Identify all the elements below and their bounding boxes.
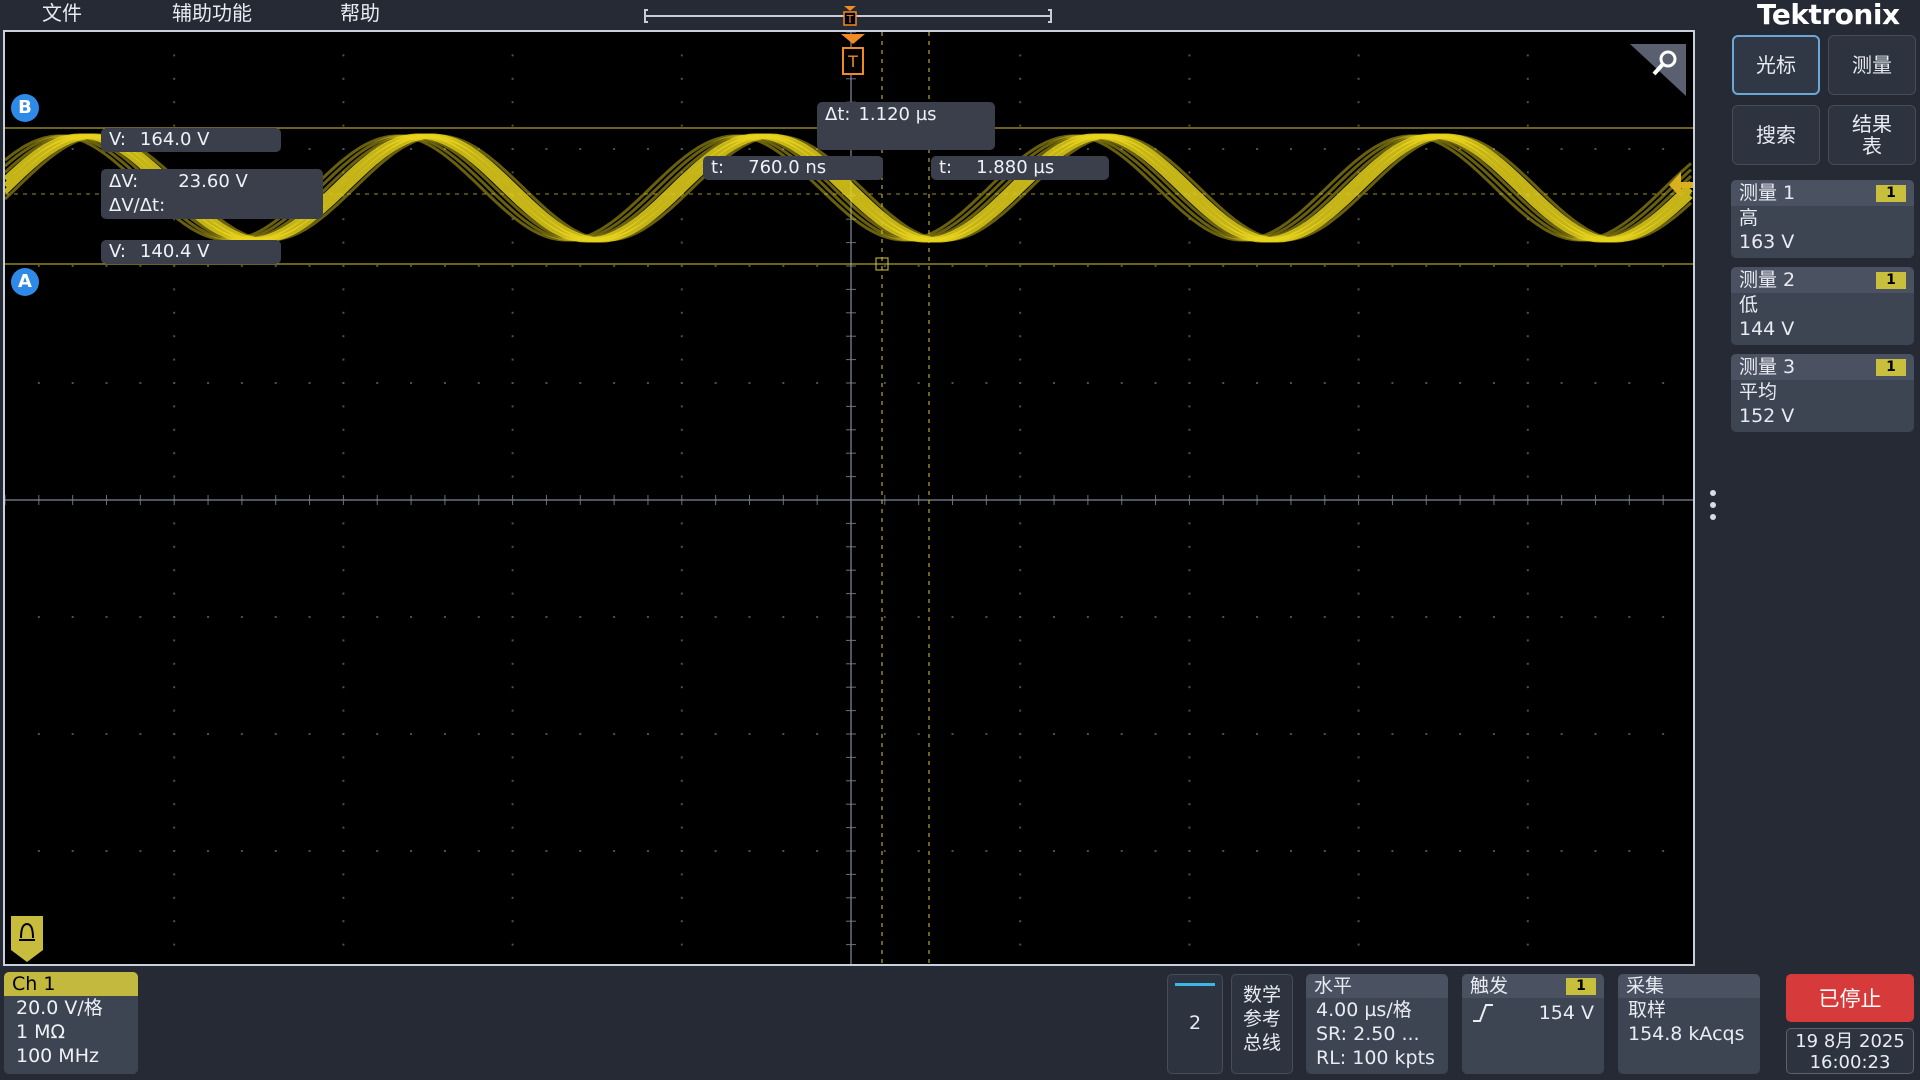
zoom-magnifier-icon[interactable] <box>1630 44 1686 96</box>
channel-2-label: 2 <box>1188 1012 1202 1034</box>
measurement-1-badge[interactable]: 测量 1 1 高 163 V <box>1731 180 1914 258</box>
menu-help[interactable]: 帮助 <box>340 0 380 28</box>
cursor-a-badge[interactable]: A <box>11 268 39 296</box>
measurement-value: 152 V <box>1739 405 1795 427</box>
date-time-badge[interactable]: 19 8月 2025 16:00:23 <box>1786 1028 1914 1074</box>
readout-label: ΔV/Δt: <box>109 195 166 216</box>
channel-scale: 20.0 V/格 <box>16 997 103 1019</box>
readout-label: t: <box>939 157 953 178</box>
cursor-b-badge[interactable]: B <box>11 94 39 122</box>
run-stop-button[interactable]: 已停止 <box>1786 974 1914 1022</box>
time: 16:00:23 <box>1809 1052 1891 1073</box>
measurement-title: 测量 3 <box>1739 356 1796 378</box>
readout-label: Δt: <box>825 104 851 125</box>
channel-1-offset-marker-icon[interactable] <box>11 916 43 962</box>
side-panel-handle-icon[interactable] <box>1709 490 1717 526</box>
trigger-badge[interactable]: 触发 1 154 V <box>1462 974 1604 1074</box>
ref-label: 参考 <box>1242 1008 1281 1030</box>
cursor-b-time-readout: t: 1.880 µs <box>931 156 1109 180</box>
settings-bar: Ch 1 20.0 V/格 1 MΩ 100 MHz 2 数学 参考 总线 水平… <box>0 968 1920 1080</box>
measurement-title: 测量 2 <box>1739 269 1796 291</box>
source-chip: 1 <box>1876 272 1906 289</box>
readout-label: V: <box>109 241 126 262</box>
menu-bar: 文件 辅助功能 帮助 T <box>0 0 1725 30</box>
trigger-source-chip: 1 <box>1566 978 1596 995</box>
math-label: 数学 <box>1242 984 1281 1006</box>
horizontal-badge[interactable]: 水平 4.00 µs/格 SR: 2.50 ... RL: 100 kpts <box>1306 974 1448 1074</box>
trigger-level-marker-icon[interactable] <box>1669 172 1693 198</box>
acquisition-count: 154.8 kAcqs <box>1628 1023 1745 1045</box>
results-table-line1: 结果 <box>1852 112 1892 136</box>
results-table-button[interactable]: 结果 表 <box>1828 105 1916 165</box>
horizontal-title: 水平 <box>1306 974 1448 998</box>
acquisition-title: 采集 <box>1618 974 1760 998</box>
menu-file[interactable]: 文件 <box>42 0 82 28</box>
readout-value: 1.880 µs <box>976 157 1055 178</box>
trigger-position-icon: T <box>843 6 857 26</box>
results-side-panel: 光标 测量 搜索 结果 表 测量 1 1 高 163 V 测量 2 1 低 144 … <box>1727 30 1920 966</box>
trigger-position-marker-icon[interactable]: T <box>839 34 867 84</box>
cursor-b-voltage-readout: V: 164.0 V <box>101 128 281 152</box>
delta-time-readout: Δt: 1.120 µs <box>817 102 995 150</box>
add-math-ref-bus-button[interactable]: 数学 参考 总线 <box>1231 974 1293 1074</box>
trigger-title: 触发 <box>1470 975 1509 997</box>
cursor-a-time-readout: t: 760.0 ns <box>703 156 883 180</box>
svg-text:T: T <box>846 13 854 26</box>
trigger-level: 154 V <box>1538 1002 1594 1024</box>
readout-value: 1.120 µs <box>858 104 937 125</box>
measurement-name: 低 <box>1739 294 1759 316</box>
readout-label: V: <box>109 129 126 150</box>
measure-button[interactable]: 测量 <box>1828 35 1916 95</box>
acquisition-badge[interactable]: 采集 取样 154.8 kAcqs <box>1618 974 1760 1074</box>
search-button[interactable]: 搜索 <box>1732 105 1820 165</box>
bus-label: 总线 <box>1242 1032 1281 1054</box>
source-chip: 1 <box>1876 359 1906 376</box>
cursors-button[interactable]: 光标 <box>1732 35 1820 95</box>
measurement-name: 平均 <box>1739 381 1778 403</box>
readout-value: 23.60 V <box>178 171 248 192</box>
channel-1-badge[interactable]: Ch 1 20.0 V/格 1 MΩ 100 MHz <box>4 972 138 1074</box>
date: 19 8月 2025 <box>1795 1031 1905 1052</box>
channel-2-color-icon <box>1175 983 1215 986</box>
readout-value: 140.4 V <box>139 241 210 262</box>
readout-value: 164.0 V <box>139 129 210 150</box>
acquisition-mode: 取样 <box>1628 999 1667 1021</box>
results-table-line2: 表 <box>1862 134 1882 158</box>
readout-label: ΔV: <box>109 171 139 192</box>
rising-edge-icon <box>1473 1004 1493 1022</box>
record-length: RL: 100 kpts <box>1316 1047 1435 1069</box>
channel-impedance: 1 MΩ <box>16 1021 66 1043</box>
horizontal-scale: 4.00 µs/格 <box>1316 999 1412 1021</box>
measurement-2-badge[interactable]: 测量 2 1 低 144 V <box>1731 267 1914 345</box>
menu-utility[interactable]: 辅助功能 <box>172 0 252 28</box>
cursor-a-voltage-readout: V: 140.4 V <box>101 240 281 264</box>
measurement-title: 测量 1 <box>1739 182 1796 204</box>
readout-label: t: <box>711 157 725 178</box>
measurement-value: 163 V <box>1739 231 1795 253</box>
channel-bandwidth: 100 MHz <box>16 1045 99 1067</box>
measurement-value: 144 V <box>1739 318 1795 340</box>
waveform-view[interactable]: B A V: 164.0 V ΔV: 23.60 V ΔV/Δt: V: 140.4 … <box>3 30 1695 966</box>
measurement-3-badge[interactable]: 测量 3 1 平均 152 V <box>1731 354 1914 432</box>
trigger-marker-letter: T <box>847 52 858 71</box>
measurement-name: 高 <box>1739 207 1759 229</box>
source-chip: 1 <box>1876 185 1906 202</box>
sample-rate: SR: 2.50 ... <box>1316 1023 1420 1045</box>
readout-value: 760.0 ns <box>748 157 827 178</box>
add-channel-2-button[interactable]: 2 <box>1167 974 1223 1074</box>
brand-logo: Tektronix <box>1757 0 1900 31</box>
waveform-zoom-bar[interactable]: T <box>644 6 1052 26</box>
channel-name: Ch 1 <box>4 972 138 996</box>
delta-voltage-readout: ΔV: 23.60 V ΔV/Δt: <box>101 169 323 219</box>
